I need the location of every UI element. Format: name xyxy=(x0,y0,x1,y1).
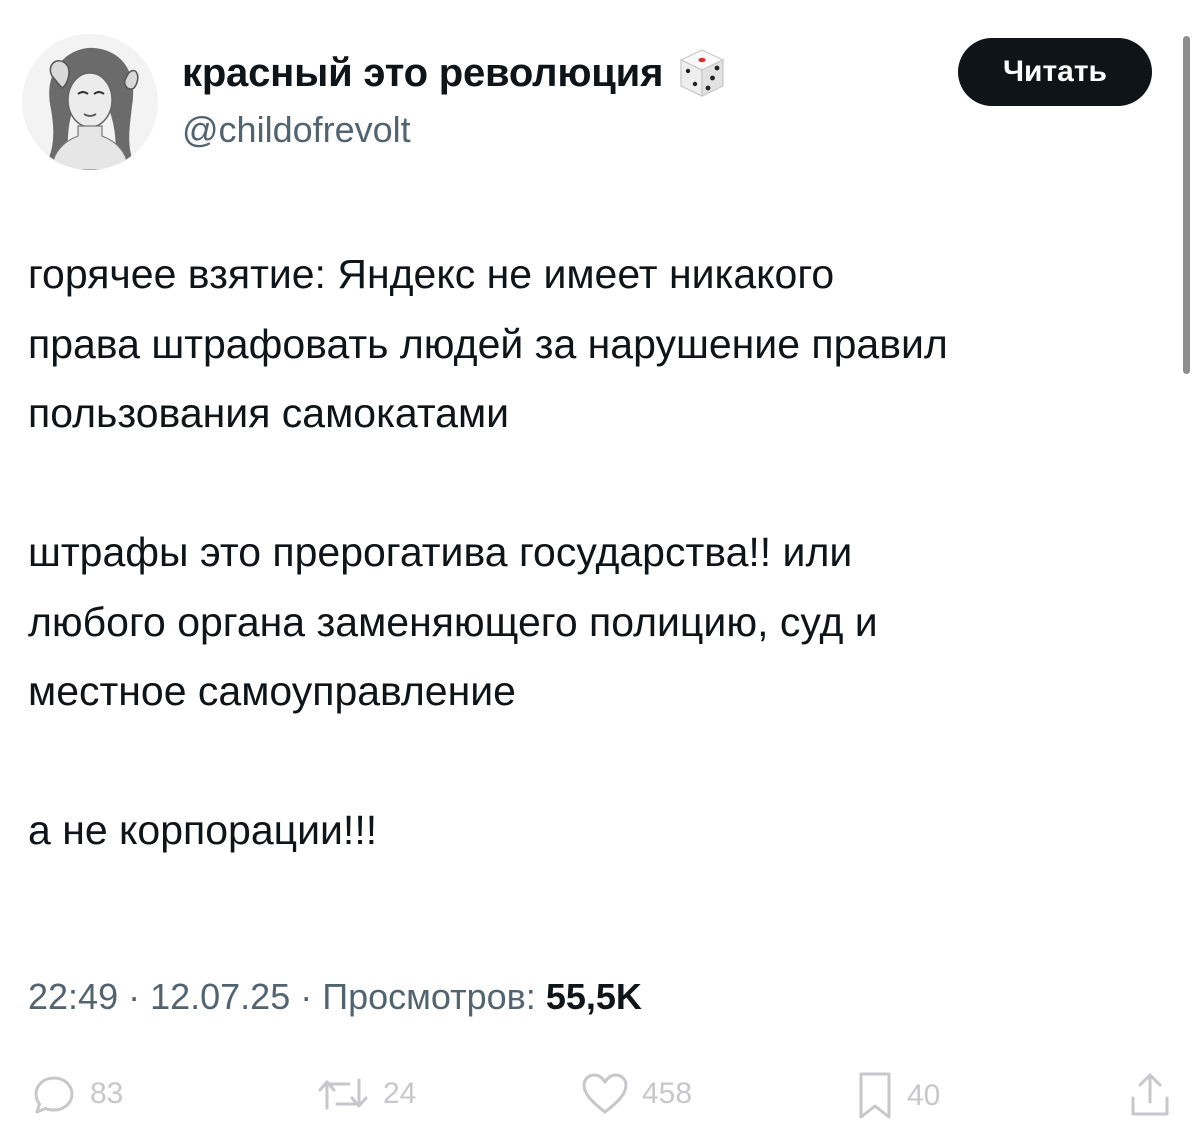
tweet-line: горячее взятие: Яндекс не имеет никакого xyxy=(28,251,835,297)
bookmark-button[interactable]: 40 xyxy=(855,1070,940,1122)
views-label: Просмотров: xyxy=(322,976,536,1017)
tweet-paragraph: штрафы это прерогатива государства!! или… xyxy=(28,518,1168,727)
retweet-count: 24 xyxy=(383,1077,417,1110)
avatar-drawing xyxy=(22,34,158,170)
share-button[interactable] xyxy=(1128,1070,1172,1120)
heart-icon xyxy=(582,1073,628,1114)
like-count: 458 xyxy=(642,1077,693,1110)
retweet-button[interactable]: 24 xyxy=(315,1070,416,1118)
dice-icon xyxy=(675,46,729,100)
bookmark-icon xyxy=(859,1072,891,1119)
follow-button[interactable]: Читать xyxy=(958,38,1152,106)
tweet-line: права штрафовать людей за нарушение прав… xyxy=(28,320,948,367)
tweet-line: пользования самокатами xyxy=(28,390,510,436)
scrollbar[interactable] xyxy=(1183,36,1190,374)
meta-separator: · xyxy=(128,976,141,1017)
like-button[interactable]: 458 xyxy=(580,1070,692,1118)
tweet-time[interactable]: 22:49 xyxy=(28,976,118,1017)
display-name-text: красный это революция xyxy=(182,51,664,95)
meta-separator: · xyxy=(300,976,313,1017)
tweet-line: а не корпорации!!! xyxy=(28,807,378,853)
tweet-text: горячее взятие: Яндекс не имеет никакого… xyxy=(28,240,1168,866)
tweet-line: штрафы это прерогатива государства!! или xyxy=(28,529,853,575)
retweet-icon xyxy=(318,1078,368,1110)
bookmark-count: 40 xyxy=(907,1079,941,1112)
tweet-date[interactable]: 12.07.25 xyxy=(150,976,290,1017)
action-bar: 83 24 458 40 xyxy=(0,1062,1200,1132)
tweet-paragraph: а не корпорации!!! xyxy=(28,796,1168,866)
display-name[interactable]: красный это революция xyxy=(182,46,729,100)
tweet-paragraph: горячее взятие: Яндекс не имеет никакого… xyxy=(28,240,1168,449)
avatar[interactable] xyxy=(22,34,158,170)
handle[interactable]: @childofrevolt xyxy=(182,107,411,153)
reply-button[interactable]: 83 xyxy=(30,1070,123,1118)
reply-count: 83 xyxy=(90,1077,124,1110)
reply-icon xyxy=(34,1076,74,1114)
tweet-line: местное самоуправление xyxy=(28,668,516,714)
views-count: 55,5K xyxy=(545,976,642,1017)
share-icon xyxy=(1131,1073,1169,1116)
tweet-meta: 22:49 · 12.07.25 · Просмотров: 55,5K xyxy=(28,972,642,1022)
tweet-line: любого органа заменяющего полицию, суд и xyxy=(28,598,878,645)
